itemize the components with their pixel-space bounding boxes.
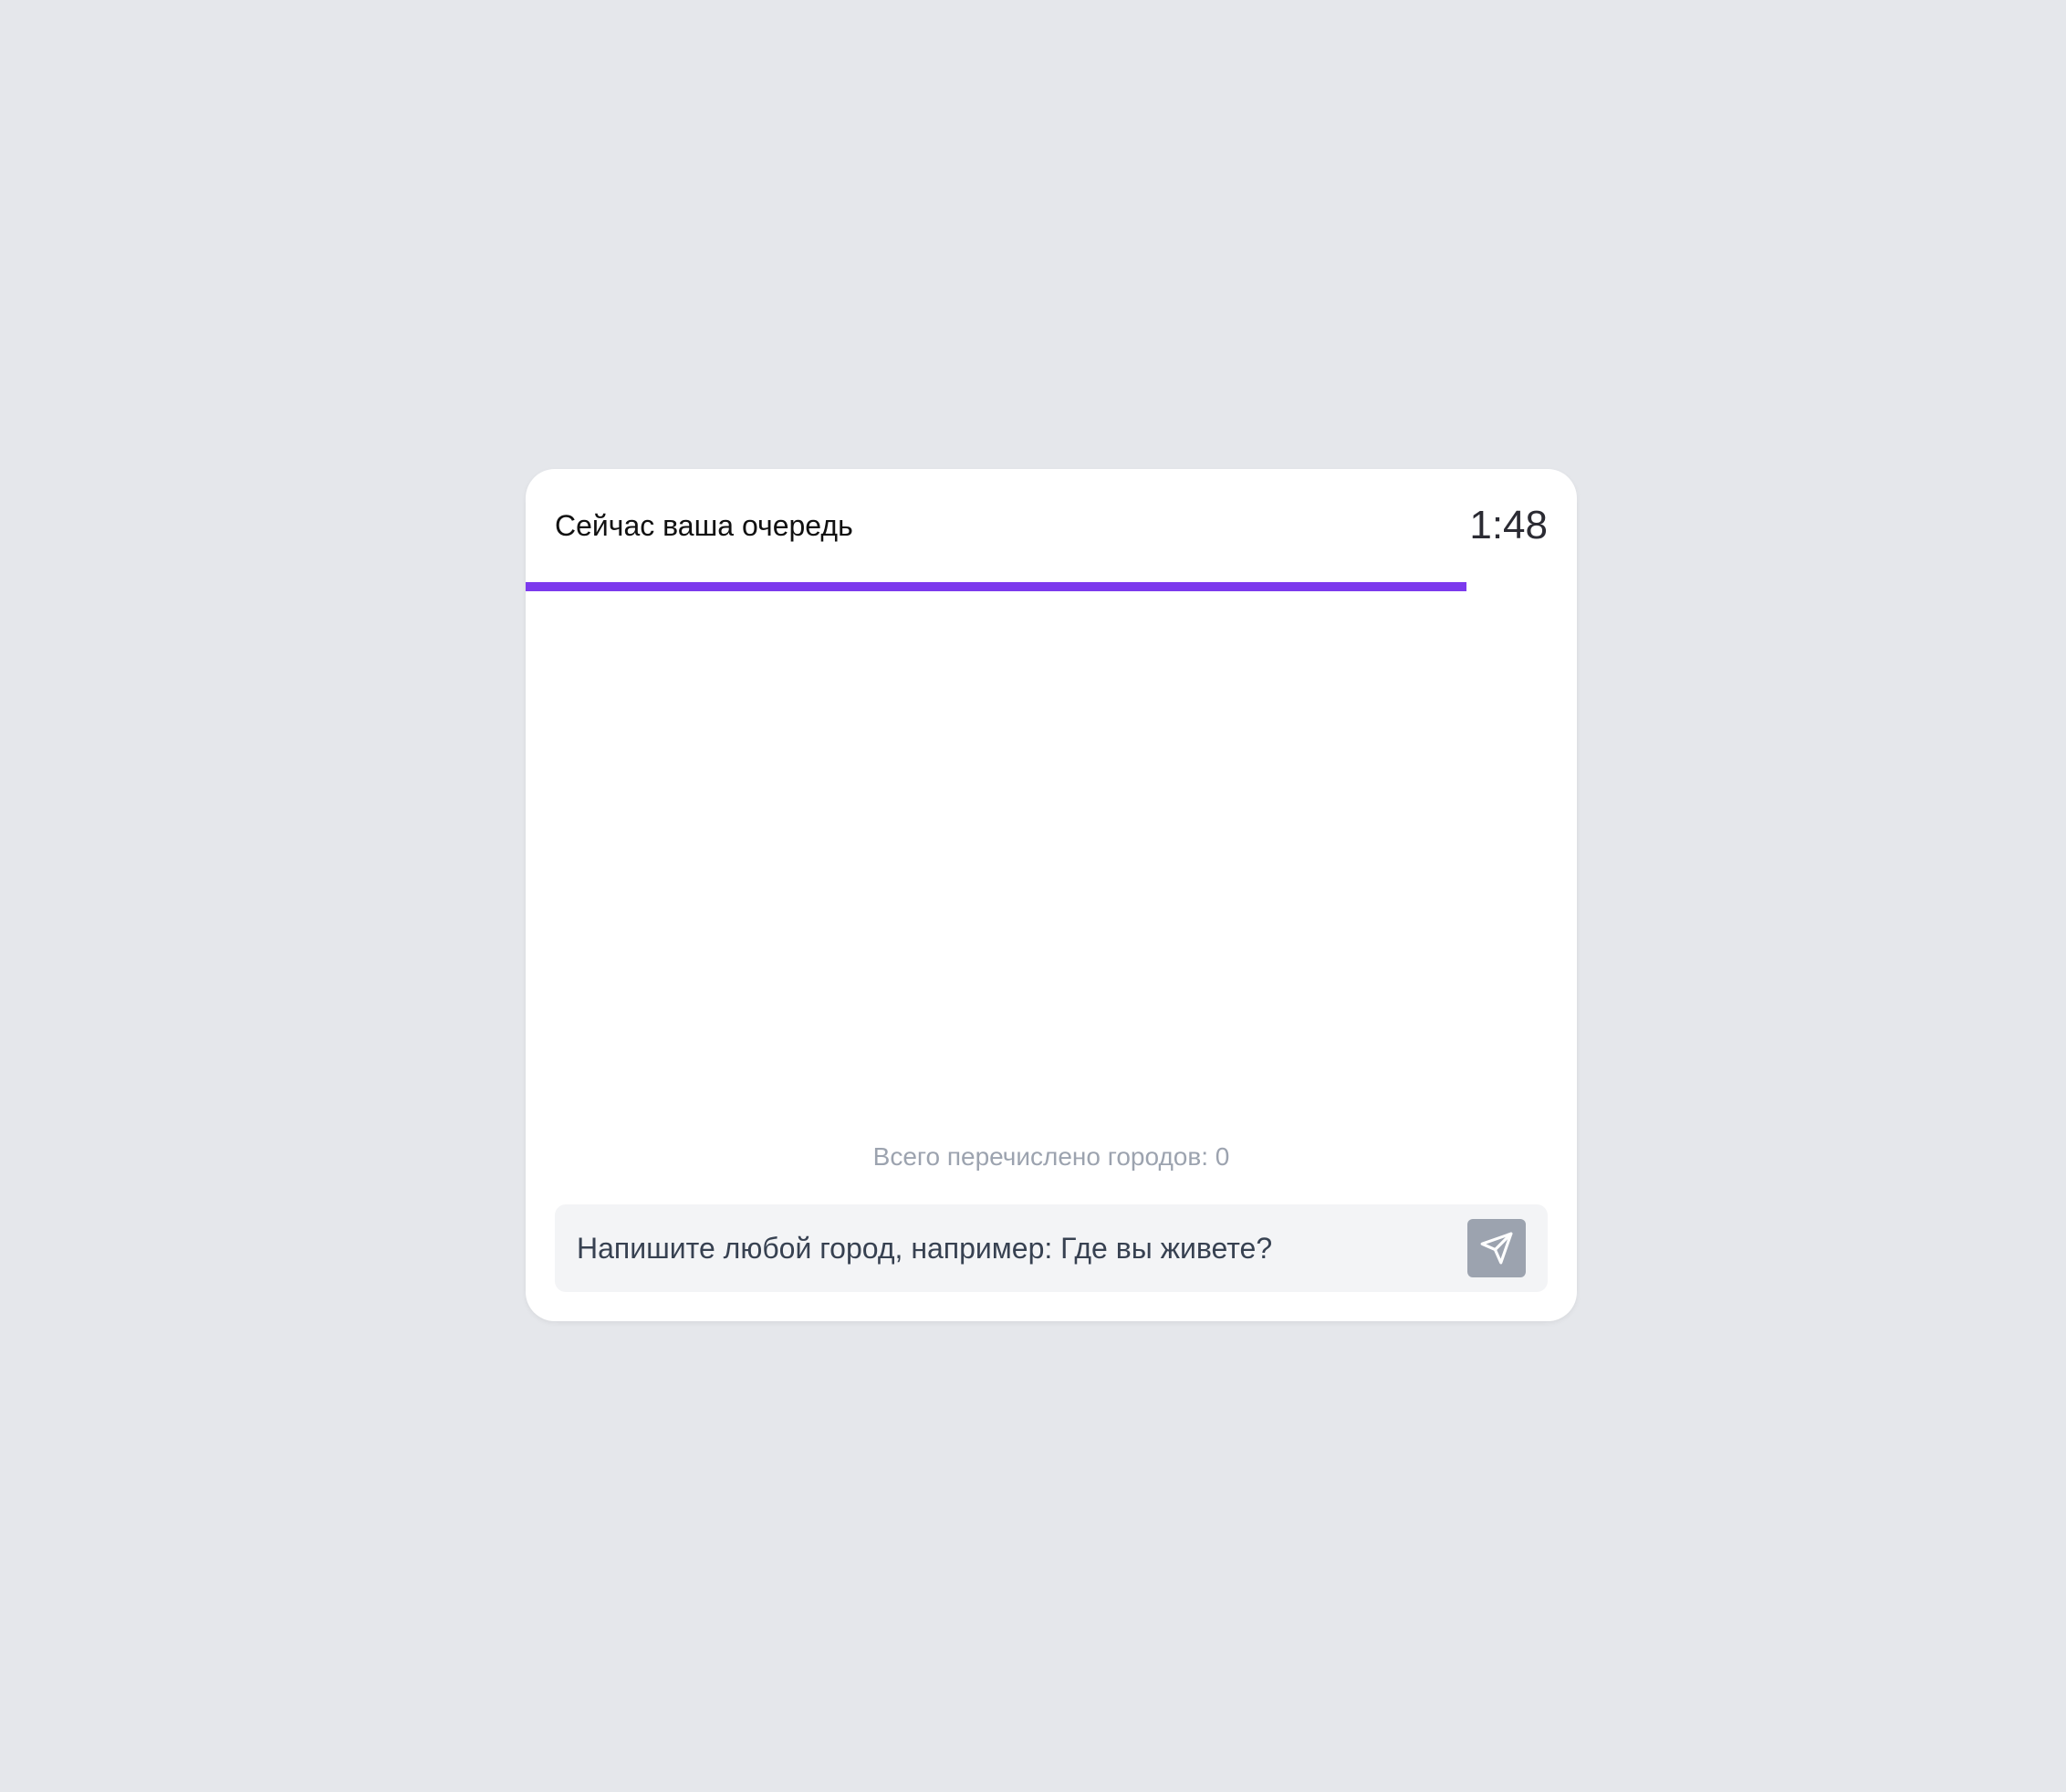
- send-button[interactable]: [1467, 1219, 1526, 1277]
- countdown-timer: 1:48: [1469, 503, 1548, 547]
- city-input-row: [555, 1204, 1548, 1292]
- send-icon: [1479, 1231, 1514, 1266]
- game-card: Сейчас ваша очередь 1:48 Всего перечисле…: [526, 469, 1577, 1321]
- city-input[interactable]: [555, 1204, 1449, 1292]
- city-count-text: Всего перечислено городов: 0: [872, 1142, 1230, 1171]
- message-area: [555, 591, 1548, 1047]
- turn-status-label: Сейчас ваша очередь: [555, 508, 853, 542]
- card-header: Сейчас ваша очередь 1:48: [555, 469, 1548, 582]
- timer-progress-bar: [526, 582, 1577, 591]
- timer-progress-fill: [526, 582, 1467, 591]
